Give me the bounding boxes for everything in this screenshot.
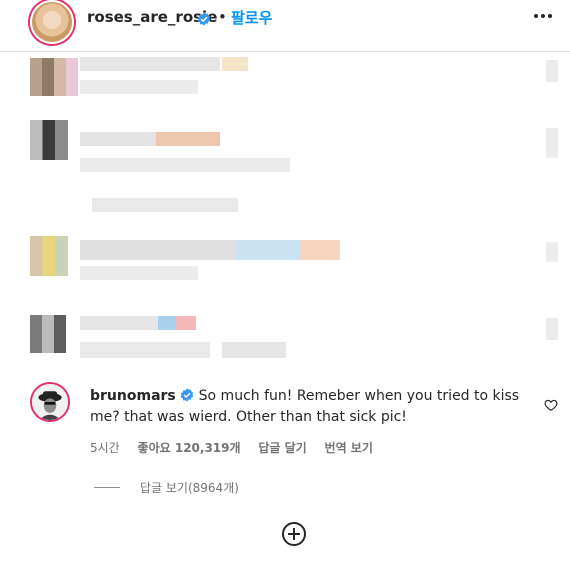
- comment-text-block: brunomars So much fun! Remeber when you …: [90, 386, 530, 428]
- verified-badge-icon: [197, 9, 211, 28]
- comment-time[interactable]: 5시간: [90, 441, 120, 455]
- replies-divider-line: [94, 487, 120, 488]
- plus-circle-icon[interactable]: [281, 521, 307, 547]
- post-header: roses_are_rosie • 팔로우: [0, 0, 570, 52]
- view-replies-label[interactable]: 답글 보기(8964개): [140, 479, 239, 496]
- profile-avatar[interactable]: [30, 0, 74, 44]
- separator-dot: •: [218, 8, 227, 26]
- commenter-avatar-image: [32, 384, 68, 420]
- comment-meta: 5시간 좋아요 120,319개 답글 달기 번역 보기: [90, 439, 387, 456]
- comment-likes[interactable]: 좋아요 120,319개: [138, 441, 241, 455]
- verified-badge-icon: [181, 388, 194, 402]
- commenter-username[interactable]: brunomars: [90, 388, 176, 404]
- translate-button[interactable]: 번역 보기: [325, 441, 373, 455]
- comment-item: brunomars So much fun! Remeber when you …: [0, 380, 570, 440]
- heart-outline-icon[interactable]: [544, 398, 558, 412]
- commenter-avatar[interactable]: [30, 382, 70, 422]
- more-dots-icon[interactable]: [532, 6, 554, 26]
- follow-button[interactable]: 팔로우: [231, 7, 272, 28]
- reply-button[interactable]: 답글 달기: [258, 441, 306, 455]
